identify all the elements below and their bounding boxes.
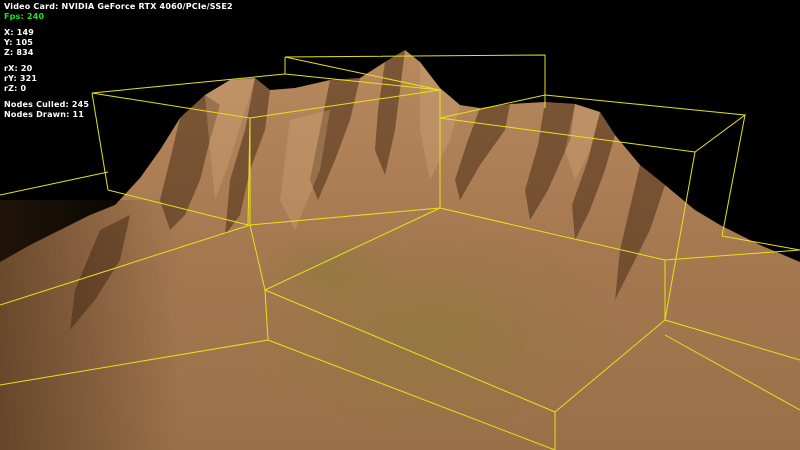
vegetation-patch — [260, 230, 400, 310]
nodes-drawn: Nodes Drawn: 11 — [4, 110, 85, 119]
fps-counter: Fps: 240 — [4, 12, 45, 21]
camera-y: Y: 105 — [4, 38, 33, 47]
camera-rot-x: rX: 20 — [4, 64, 33, 73]
video-card-label: Video Card: NVIDIA GeForce RTX 4060/PCIe… — [4, 2, 233, 11]
camera-x: X: 149 — [4, 28, 35, 37]
debug-hud: Video Card: NVIDIA GeForce RTX 4060/PCIe… — [4, 2, 233, 120]
nodes-culled: Nodes Culled: 245 — [4, 100, 90, 109]
terrain-shadow-left — [0, 200, 180, 450]
camera-rot-z: rZ: 0 — [4, 84, 27, 93]
camera-z: Z: 834 — [4, 48, 34, 57]
camera-rot-y: rY: 321 — [4, 74, 38, 83]
